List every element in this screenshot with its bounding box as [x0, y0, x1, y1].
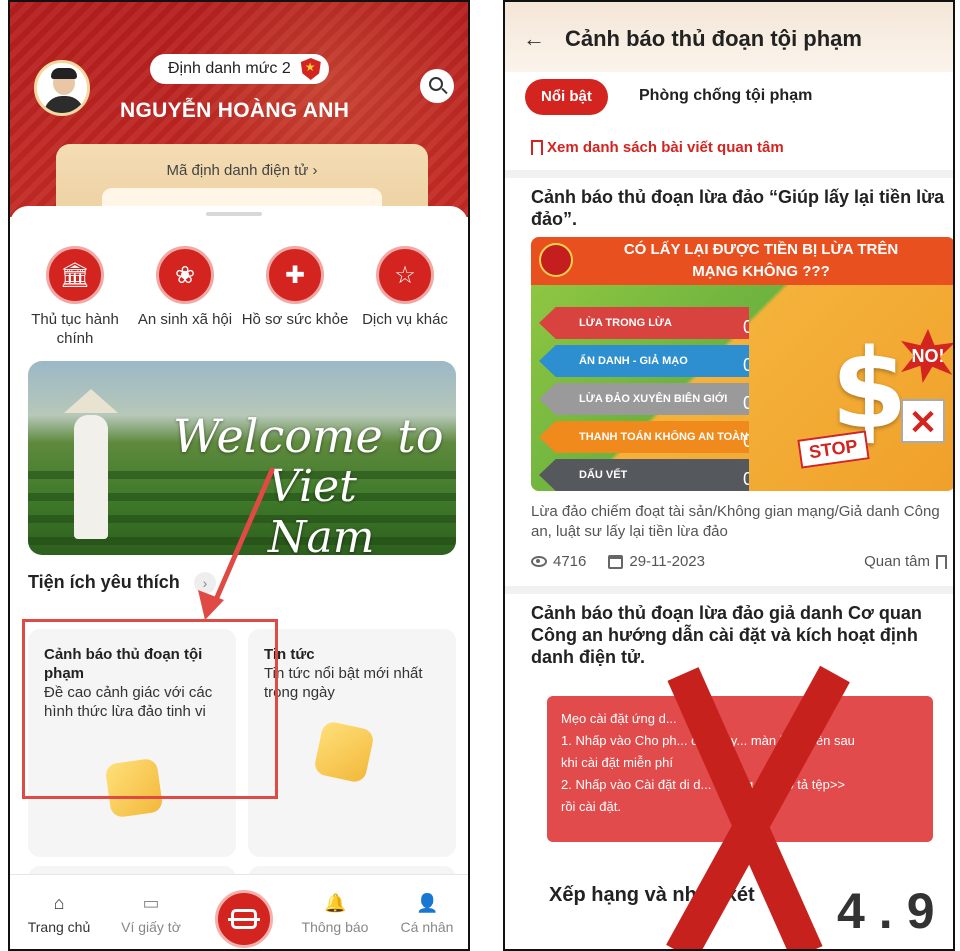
tab-label: Trang chủ [27, 919, 91, 935]
instruction-line: Mẹo cài đặt ứng d... [561, 711, 677, 726]
crime-warning-screen: ← Cảnh báo thủ đoạn tội phạm Nổi bật Phò… [503, 0, 955, 951]
page-title: Cảnh báo thủ đoạn tội phạm [565, 26, 862, 51]
view-count: 4716 [553, 553, 587, 570]
infographic-row: LỪA ĐẢO XUYÊN BIÊN GIỚI03 [539, 383, 749, 415]
rating-title: Xếp hạng và nhận xét [549, 884, 755, 906]
fake-install-instructions: Mẹo cài đặt ứng d... 1. Nhấp vào Cho ph.… [547, 696, 933, 842]
article-image[interactable]: CÓ LẤY LẠI ĐƯỢC TIỀN BỊ LỪA TRÊN MẠNG KH… [531, 237, 953, 491]
user-icon: 👤 [416, 893, 439, 913]
tab-featured[interactable]: Nổi bật [525, 79, 608, 115]
infographic-row: DẤU VẾT05 [539, 459, 749, 491]
bookmark-icon [531, 140, 543, 155]
article-title[interactable]: Cảnh báo thủ đoạn lừa đảo giả danh Cơ qu… [531, 602, 951, 668]
tab-label: Cá nhân [400, 919, 454, 935]
scan-icon [228, 909, 260, 929]
bell-icon: 🔔 [324, 893, 347, 913]
infographic-row: ẨN DANH - GIẢ MẠO02 [539, 345, 749, 377]
saved-articles-link[interactable]: Xem danh sách bài viết quan tâm [531, 139, 784, 156]
tab-crime-prevention[interactable]: Phòng chống tội phạm [639, 87, 812, 105]
tab-wallet[interactable]: ▭ Ví giấy tờ [106, 893, 196, 935]
tab-label: Ví giấy tờ [121, 919, 181, 935]
article-tags: Lừa đảo chiếm đoạt tài sản/Không gian mạ… [531, 503, 940, 540]
divider [505, 170, 953, 178]
x-sign-graphic: ✕ [901, 399, 945, 443]
instruction-line: 1. Nhấp vào Cho ph... để quay... màn hìn… [561, 733, 855, 748]
infographic-row: THANH TOÁN KHÔNG AN TOÀN04 [539, 421, 749, 453]
instruction-line: 2. Nhấp vào Cài đặt di d... Chung >> Mô … [561, 777, 846, 792]
home-screen: Định danh mức 2 NGUYỄN HOÀNG ANH Mã định… [8, 0, 470, 951]
home-icon: ⌂ [53, 893, 65, 913]
tab-label: Thông báo [301, 919, 369, 935]
follow-label: Quan tâm [864, 553, 930, 570]
instruction-line: khi cài đặt miễn phí [561, 755, 674, 770]
eye-icon [531, 556, 547, 567]
follow-button[interactable]: Quan tâm [864, 553, 947, 570]
publish-date: 29-11-2023 [629, 553, 705, 570]
top-bar: ← Cảnh báo thủ đoạn tội phạm [505, 2, 953, 72]
back-arrow-icon[interactable]: ← [523, 26, 545, 52]
infographic-heading: CÓ LẤY LẠI ĐƯỢC TIỀN BỊ LỪA TRÊN MẠNG KH… [623, 241, 899, 280]
agency-logo [539, 243, 573, 277]
article-title[interactable]: Cảnh báo thủ đoạn lừa đảo “Giúp lấy lại … [531, 186, 951, 230]
wallet-icon: ▭ [142, 893, 160, 913]
infographic-row: LỪA TRONG LỪA01 [539, 307, 749, 339]
tab-profile[interactable]: 👤 Cá nhân [382, 893, 468, 935]
tab-home[interactable]: ⌂ Trang chủ [14, 893, 104, 935]
annotation-arrow [198, 467, 275, 620]
tab-notifications[interactable]: 🔔 Thông báo [290, 893, 380, 935]
bookmark-icon [936, 554, 947, 569]
instruction-line: rồi cài đặt. [561, 799, 621, 814]
saved-articles-label: Xem danh sách bài viết quan tâm [547, 139, 784, 156]
qr-scan-button[interactable] [215, 890, 273, 948]
rating-score: 4.9 [837, 883, 949, 939]
divider [505, 586, 953, 594]
article-stats: 4716 29-11-2023 [531, 553, 705, 570]
calendar-icon [608, 554, 624, 569]
